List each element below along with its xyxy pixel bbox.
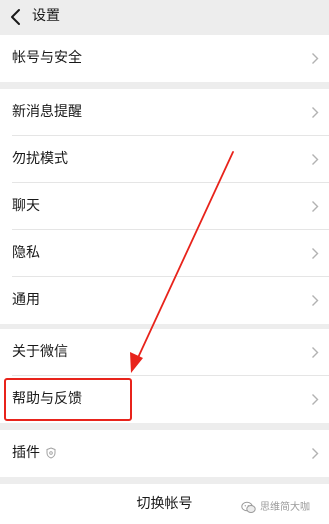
chevron-right-icon [312,248,319,259]
chevron-right-icon [312,448,319,459]
watermark-text: 思维简大咖 [260,502,310,513]
settings-item-label: 新消息提醒 [12,104,82,120]
page-title: 设置 [32,8,60,24]
settings-item-label: 隐私 [12,245,40,261]
settings-section-account: 帐号与安全 [0,35,329,82]
chevron-right-icon [312,394,319,405]
settings-item-general[interactable]: 通用 [0,277,329,324]
settings-item-do-not-disturb[interactable]: 勿扰模式 [0,136,329,183]
watermark: 思维简大咖 [241,500,323,516]
settings-item-notifications[interactable]: 新消息提醒 [0,89,329,136]
settings-item-label: 聊天 [12,198,40,214]
chevron-right-icon [312,107,319,118]
settings-item-label: 插件 [12,445,40,461]
settings-item-label: 勿扰模式 [12,151,68,167]
settings-section-plugins: 插件 [0,430,329,477]
settings-section-general: 新消息提醒 勿扰模式 聊天 隐私 通用 [0,89,329,324]
settings-item-label: 关于微信 [12,344,68,360]
chevron-right-icon [312,347,319,358]
annotation-highlight-box [4,378,132,421]
settings-item-label: 通用 [12,292,40,308]
chevron-right-icon [312,295,319,306]
top-bar: 设置 [0,0,329,34]
settings-item-label: 帐号与安全 [12,50,82,66]
settings-item-about-wechat[interactable]: 关于微信 [0,329,329,376]
settings-item-chat[interactable]: 聊天 [0,183,329,230]
settings-item-plugins[interactable]: 插件 [0,430,329,477]
chevron-right-icon [312,53,319,64]
chevron-left-icon[interactable] [9,8,23,26]
chevron-right-icon [312,201,319,212]
settings-item-privacy[interactable]: 隐私 [0,230,329,277]
settings-item-account-security[interactable]: 帐号与安全 [0,35,329,82]
chevron-right-icon [312,154,319,165]
wechat-official-account-icon [241,501,256,513]
shield-icon [46,447,56,459]
